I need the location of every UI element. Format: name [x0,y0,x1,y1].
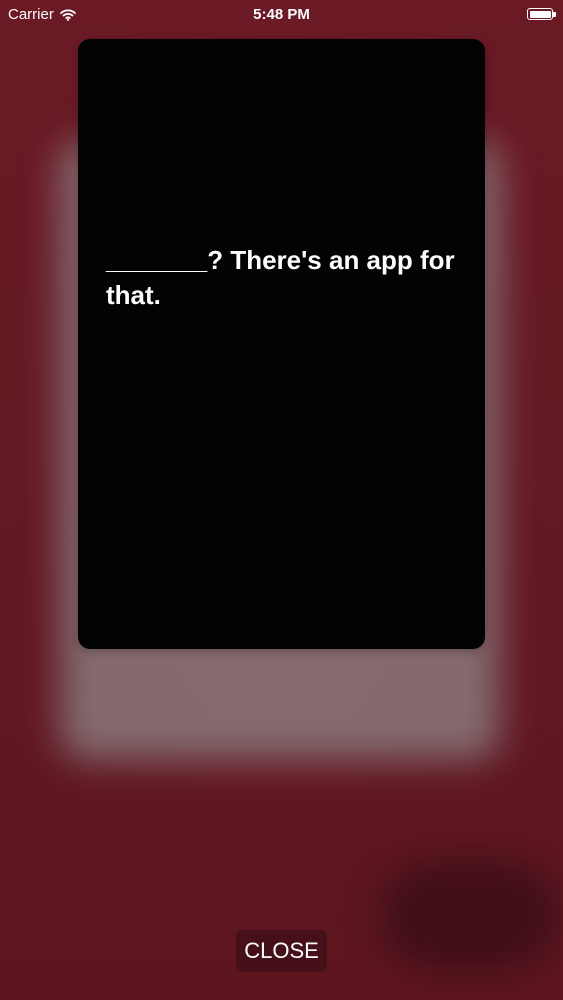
battery-icon [527,8,556,20]
card-prompt-text: _______? There's an app for that. [106,245,462,310]
battery-fill [529,10,551,18]
status-bar: Carrier 5:48 PM [0,0,563,30]
prompt-card: _______? There's an app for that. [78,39,485,649]
close-button[interactable]: CLOSE [236,930,327,972]
status-time: 5:48 PM [253,6,310,23]
blurred-background-shadow [380,860,560,970]
